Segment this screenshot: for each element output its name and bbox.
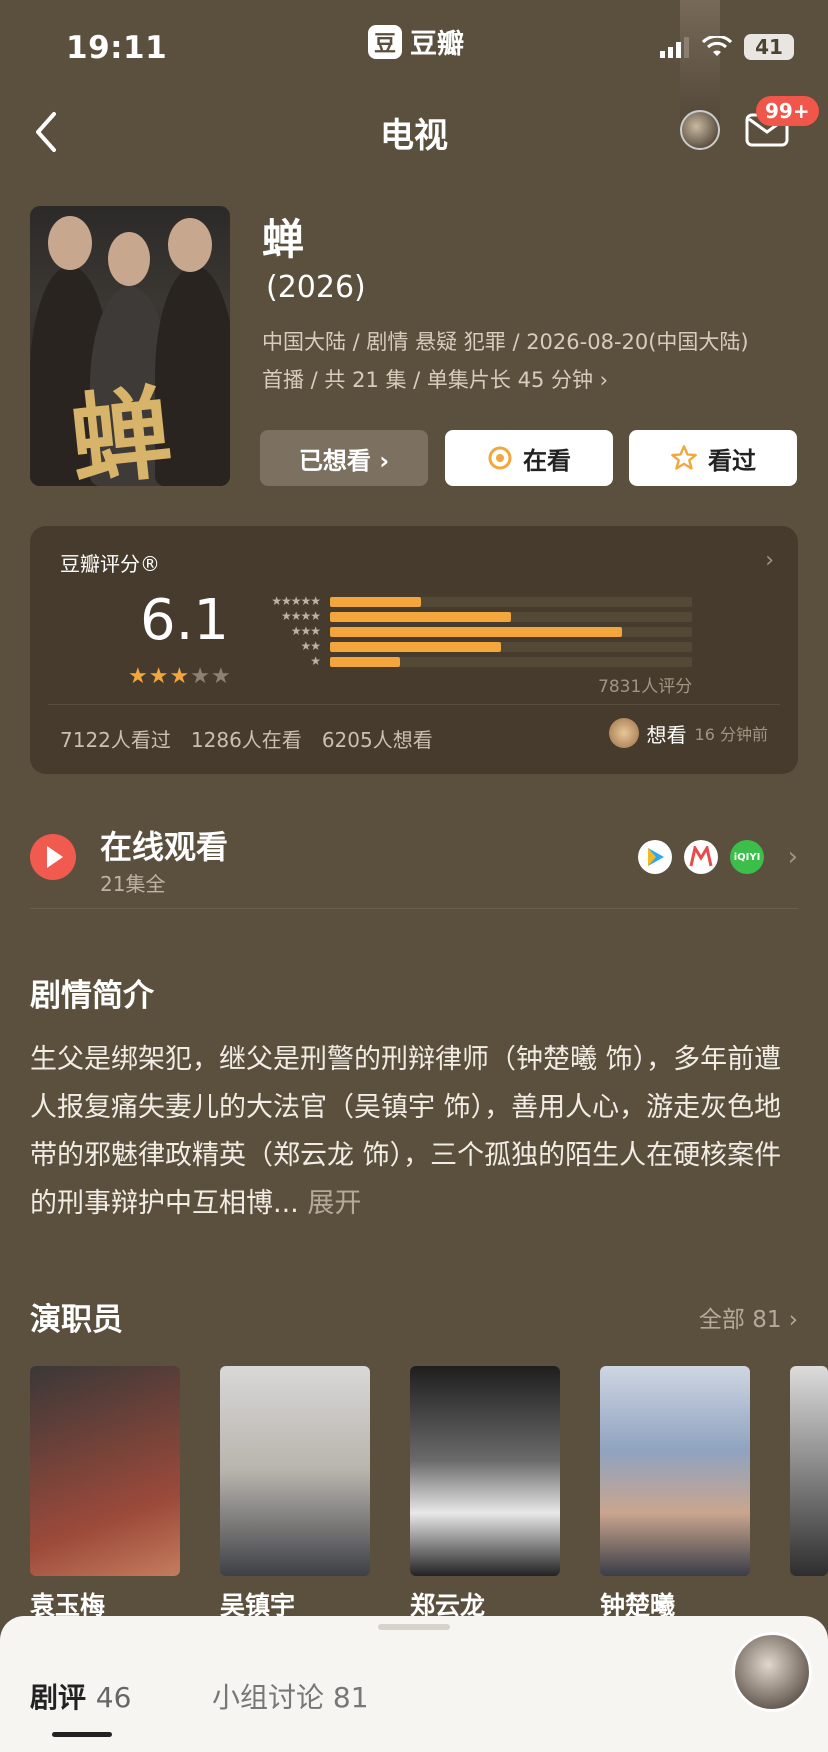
cast-photo-4[interactable] [600,1366,750,1576]
status-app-name: 豆瓣 [410,29,464,60]
distribution-star-label: ★★ [300,639,321,653]
rating-star-icon: ★ [190,664,211,689]
status-time: 19:11 [66,30,168,66]
distribution-bar-fill [330,596,421,607]
distribution-star-label: ★★★★★ [271,594,321,608]
watching-button[interactable]: 在看 [445,430,613,486]
rating-star-icon: ★ [148,664,170,689]
signal-icon [660,37,689,58]
cast-photo-5-partial[interactable] [790,1366,828,1576]
cast-photo-2[interactable] [220,1366,370,1576]
rating-stars: ★★★★★ [128,664,232,689]
rating-divider [48,704,780,705]
distribution-bar-fill [330,626,622,637]
rating-stats: 7122人看过 1286人在看 6205人想看 [60,724,433,753]
online-watch-title[interactable]: 在线观看 [100,822,228,868]
watching-icon [488,446,512,470]
distribution-bar-fill [330,641,501,652]
star-outline-icon [671,445,697,470]
stat-watched[interactable]: 7122人看过 [60,724,171,753]
rating-card[interactable]: 豆瓣评分® › 6.1 ★★★★★ ★★★★★ ★★★★ ★★★ ★★ ★ 7831人评… [30,526,798,774]
distribution-row: ★★★★ [254,609,692,624]
show-meta-line1: 中国大陆 / 剧情 悬疑 犯罪 / 2026-08-20(中国大陆) [262,330,749,354]
rating-star-icon: ★ [169,664,191,689]
notification-badge: 99+ [756,96,819,126]
distribution-row: ★★ [254,639,692,654]
divider [30,908,798,909]
distribution-bar-track [330,611,692,622]
mgtv-icon[interactable] [684,840,718,874]
watching-label: 在看 [523,446,571,475]
expand-link[interactable]: 展开 [307,1188,361,1219]
tab-reviews-label: 剧评 [30,1681,87,1714]
distribution-row: ★★★ [254,624,692,639]
friend-avatar [608,718,639,748]
active-tab-indicator [52,1732,112,1737]
poster-title-glyph: 蝉 [64,373,177,486]
rating-score: 6.1 [140,588,230,653]
synopsis-body: 生父是绑架犯，继父是刑警的刑辩律师（钟楚曦 饰），多年前遭人报复痛失妻儿的大法官… [30,1044,782,1219]
distribution-bar-track [330,641,692,652]
tab-group-discussion[interactable]: 小组讨论 81 [212,1676,369,1716]
synopsis-text: 生父是绑架犯，继父是刑警的刑辩律师（钟楚曦 饰），多年前遭人报复痛失妻儿的大法官… [30,1036,800,1228]
stat-wish[interactable]: 6205人想看 [322,724,433,753]
online-arrow-icon[interactable]: › [788,842,798,872]
play-icon[interactable] [30,834,76,880]
status-app: 豆 豆瓣 [368,22,464,61]
iqiyi-icon[interactable]: iQIYI [730,840,764,874]
rating-label: 豆瓣评分® [60,552,160,576]
bottom-sheet[interactable]: 剧评 46 小组讨论 81 [0,1616,828,1752]
wifi-icon [702,36,732,56]
tab-group-count: 81 [332,1681,369,1714]
tencent-video-icon[interactable] [638,840,672,874]
tab-reviews-count: 46 [95,1681,132,1714]
rating-distribution: ★★★★★ ★★★★ ★★★ ★★ ★ [254,594,692,669]
watched-button[interactable]: 看过 [629,430,797,486]
rating-star-icon: ★ [128,664,149,689]
cast-photo-1[interactable] [30,1366,180,1576]
distribution-star-label: ★★★ [290,624,321,638]
online-watch-subtitle: 21集全 [100,872,166,896]
poster-image[interactable]: 蝉 [30,206,230,486]
battery-icon: 41 [744,34,794,60]
show-year: (2026) [266,270,366,305]
floating-avatar[interactable] [732,1632,812,1712]
distribution-bar-fill [330,611,511,622]
show-meta-line2[interactable]: 首播 / 共 21 集 / 单集片长 45 分钟 › [262,364,608,394]
stat-watching[interactable]: 1286人在看 [191,724,302,753]
rating-count: 7831人评分 [598,677,693,697]
wish-label: 已想看 › [298,446,390,475]
status-icons: 41 [660,34,794,60]
watched-label: 看过 [708,446,756,475]
recent-action: 想看 [646,722,687,747]
distribution-star-label: ★ [310,654,321,668]
distribution-bar-track [330,596,692,607]
recent-time: 16 分钟前 [694,725,768,744]
distribution-star-label: ★★★★ [280,609,321,623]
user-avatar[interactable] [680,110,720,150]
distribution-bar-fill [330,656,401,667]
cast-title: 演职员 [30,1302,123,1338]
show-title: 蝉 [262,215,305,264]
distribution-row: ★★★★★ [254,594,692,609]
distribution-bar-track [330,626,692,637]
rating-arrow-icon[interactable]: › [765,548,774,573]
wish-button[interactable]: 已想看 › [260,430,428,486]
douban-logo-icon: 豆 [368,24,402,59]
distribution-bar-track [330,656,692,667]
cast-photo-3[interactable] [410,1366,560,1576]
sheet-handle[interactable] [378,1624,450,1630]
recent-activity[interactable]: 想看 16 分钟前 [608,718,768,748]
cast-all-link[interactable]: 全部 81 › [699,1300,798,1334]
tab-reviews[interactable]: 剧评 46 [30,1676,131,1716]
rating-star-icon: ★ [210,664,232,689]
synopsis-title: 剧情简介 [30,978,154,1014]
tab-group-label: 小组讨论 [212,1681,325,1714]
distribution-row: ★ [254,654,692,669]
